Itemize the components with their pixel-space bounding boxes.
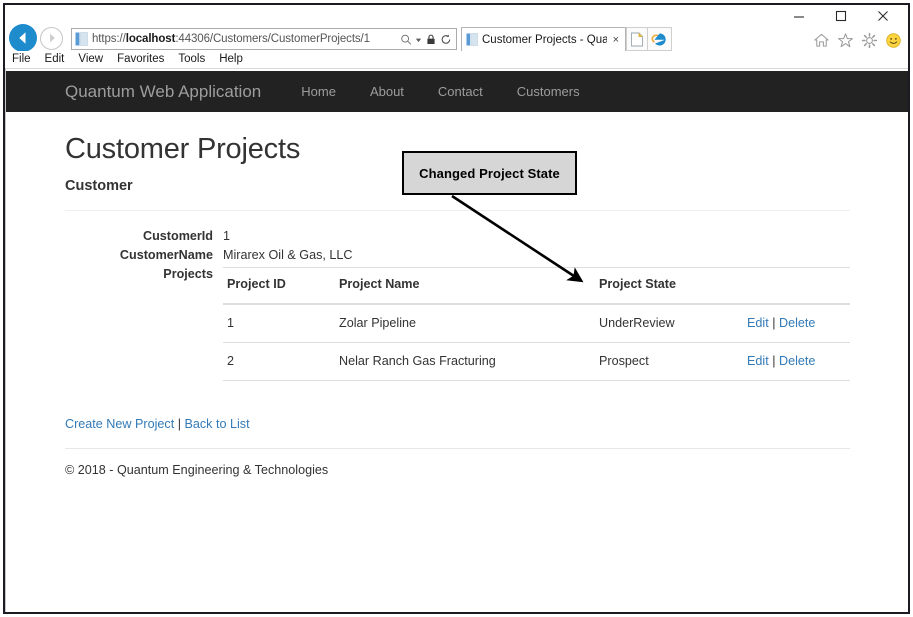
close-icon bbox=[878, 11, 888, 21]
lock-icon[interactable] bbox=[425, 33, 437, 46]
url-text: https://localhost:44306/Customers/Custom… bbox=[92, 33, 370, 45]
menu-bar: File Edit View Favorites Tools Help bbox=[5, 51, 908, 68]
detail-value-customerid: 1 bbox=[223, 229, 231, 243]
site-brand[interactable]: Quantum Web Application bbox=[65, 82, 261, 102]
edit-link[interactable]: Edit bbox=[747, 316, 769, 330]
minimize-icon bbox=[794, 16, 804, 18]
favorites-star-icon[interactable] bbox=[837, 32, 854, 49]
table-row: 1 Zolar Pipeline UnderReview Edit | Dele… bbox=[223, 304, 850, 343]
footer-copyright: © 2018 - Quantum Engineering & Technolog… bbox=[65, 463, 329, 477]
close-button[interactable] bbox=[862, 5, 904, 27]
cell-project-name: Zolar Pipeline bbox=[335, 304, 595, 343]
detail-label-projects: Projects bbox=[163, 267, 213, 281]
detail-label-customername: CustomerName bbox=[119, 248, 213, 262]
action-separator: | bbox=[772, 316, 776, 330]
site-nav-links: Home About Contact Customers bbox=[284, 84, 596, 99]
projects-table-head: Project ID Project Name Project State bbox=[223, 267, 850, 305]
arrow-right-icon bbox=[49, 33, 55, 43]
new-tab-icon bbox=[631, 32, 643, 46]
customer-detail-list: CustomerId 1 CustomerName Mirarex Oil & … bbox=[65, 227, 850, 381]
footer-divider bbox=[65, 448, 850, 449]
delete-link[interactable]: Delete bbox=[779, 316, 815, 330]
edit-link[interactable]: Edit bbox=[747, 354, 769, 368]
refresh-icon[interactable] bbox=[440, 33, 452, 46]
maximize-icon bbox=[835, 10, 847, 22]
detail-value-projects: Project ID Project Name Project State 1 … bbox=[219, 265, 850, 381]
create-new-project-link[interactable]: Create New Project bbox=[65, 417, 174, 431]
nav-link-about[interactable]: About bbox=[353, 84, 421, 99]
tab-close-icon[interactable]: × bbox=[611, 34, 621, 46]
page-body: Customer Projects Customer CustomerId 1 … bbox=[6, 112, 908, 612]
back-button[interactable] bbox=[9, 24, 37, 52]
projects-table-body: 1 Zolar Pipeline UnderReview Edit | Dele… bbox=[223, 304, 850, 381]
new-tab-button[interactable] bbox=[626, 27, 648, 51]
menu-item-help[interactable]: Help bbox=[219, 53, 243, 66]
tab-title: Customer Projects - Quant... bbox=[482, 33, 607, 46]
cell-actions: Edit | Delete bbox=[743, 342, 850, 381]
search-icon[interactable] bbox=[400, 33, 412, 46]
cell-project-id: 1 bbox=[223, 304, 335, 343]
maximize-button[interactable] bbox=[820, 5, 862, 27]
address-bar[interactable]: https://localhost:44306/Customers/Custom… bbox=[71, 28, 457, 50]
minimize-button[interactable] bbox=[778, 5, 820, 27]
column-header-actions bbox=[743, 267, 850, 305]
browser-titlebar: https://localhost:44306/Customers/Custom… bbox=[5, 5, 908, 52]
menu-item-favorites[interactable]: Favorites bbox=[117, 53, 164, 66]
cell-actions: Edit | Delete bbox=[743, 304, 850, 343]
gear-tools-icon[interactable] bbox=[861, 32, 878, 49]
cell-project-id: 2 bbox=[223, 342, 335, 381]
browser-tab[interactable]: Customer Projects - Quant... × bbox=[461, 27, 626, 51]
delete-link[interactable]: Delete bbox=[779, 354, 815, 368]
column-header-project-name[interactable]: Project Name bbox=[335, 267, 595, 305]
address-bar-icons bbox=[400, 33, 453, 46]
ie-logo-button[interactable] bbox=[648, 27, 672, 51]
home-icon[interactable] bbox=[813, 32, 830, 49]
nav-link-contact[interactable]: Contact bbox=[421, 84, 500, 99]
navigation-buttons bbox=[9, 24, 63, 52]
detail-label-customerid: CustomerId bbox=[143, 229, 213, 243]
menu-item-tools[interactable]: Tools bbox=[178, 53, 205, 66]
action-separator: | bbox=[772, 354, 776, 368]
internet-explorer-icon bbox=[651, 32, 666, 46]
arrow-left-icon bbox=[19, 32, 26, 44]
action-links-separator: | bbox=[177, 417, 181, 431]
title-divider bbox=[65, 210, 850, 211]
column-header-project-id[interactable]: Project ID bbox=[223, 267, 335, 305]
table-header-row: Project ID Project Name Project State bbox=[223, 267, 850, 305]
page-viewport: Quantum Web Application Home About Conta… bbox=[5, 68, 908, 612]
menu-item-file[interactable]: File bbox=[12, 53, 31, 66]
tab-strip: Customer Projects - Quant... × bbox=[461, 27, 672, 51]
back-to-list-link[interactable]: Back to List bbox=[184, 417, 249, 431]
forward-button[interactable] bbox=[40, 26, 63, 50]
chevron-down-icon[interactable] bbox=[415, 33, 422, 46]
browser-command-icons bbox=[813, 29, 902, 51]
tab-favicon-icon bbox=[466, 33, 478, 46]
cell-project-state: UnderReview bbox=[595, 304, 743, 343]
projects-table: Project ID Project Name Project State 1 … bbox=[223, 267, 850, 381]
nav-link-customers[interactable]: Customers bbox=[500, 84, 597, 99]
table-row: 2 Nelar Ranch Gas Fracturing Prospect Ed… bbox=[223, 342, 850, 381]
site-navbar: Quantum Web Application Home About Conta… bbox=[6, 71, 908, 112]
menu-item-edit[interactable]: Edit bbox=[45, 53, 65, 66]
detail-value-customername: Mirarex Oil & Gas, LLC bbox=[223, 248, 353, 262]
cell-project-name: Nelar Ranch Gas Fracturing bbox=[335, 342, 595, 381]
window-controls bbox=[778, 5, 904, 29]
column-header-project-state[interactable]: Project State bbox=[595, 267, 743, 305]
smiley-feedback-icon[interactable] bbox=[885, 32, 902, 49]
browser-window: https://localhost:44306/Customers/Custom… bbox=[3, 3, 910, 614]
menu-item-view[interactable]: View bbox=[78, 53, 103, 66]
nav-link-home[interactable]: Home bbox=[284, 84, 353, 99]
section-subtitle: Customer bbox=[65, 178, 133, 194]
page-action-links: Create New Project | Back to List bbox=[65, 417, 850, 431]
page-title: Customer Projects bbox=[65, 133, 301, 165]
cell-project-state: Prospect bbox=[595, 342, 743, 381]
page-document-icon bbox=[75, 32, 88, 46]
